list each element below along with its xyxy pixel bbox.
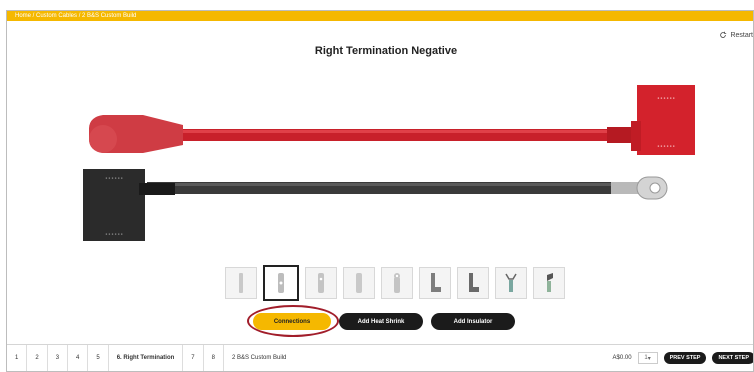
svg-text:● ● ● ● ● ●: ● ● ● ● ● ● <box>657 144 675 148</box>
connections-button[interactable]: Connections <box>247 305 339 337</box>
terminal-option-pin[interactable] <box>225 267 257 299</box>
ring-terminal-icon <box>278 273 284 293</box>
svg-text:● ● ● ● ● ●: ● ● ● ● ● ● <box>105 232 123 236</box>
svg-text:● ● ● ● ● ●: ● ● ● ● ● ● <box>657 96 675 100</box>
add-heat-shrink-button[interactable]: Add Heat Shrink <box>339 313 423 330</box>
step-bar: 1 2 3 4 5 6. Right Termination 7 8 2 B&S… <box>7 344 753 371</box>
price-area: A$0.00 1 ▾ PREV STEP NEXT STEP <box>612 352 753 364</box>
terminal-option-lug[interactable] <box>381 267 413 299</box>
clamp-terminal-icon <box>505 273 517 292</box>
step-2[interactable]: 2 <box>27 345 48 371</box>
step-7[interactable]: 7 <box>183 345 204 371</box>
action-buttons: Connections Add Heat Shrink Add Insulato… <box>247 305 515 337</box>
right-angle-lug-icon <box>469 273 479 292</box>
svg-text:● ● ● ● ● ●: ● ● ● ● ● ● <box>105 176 123 180</box>
terminal-option-blade[interactable] <box>343 267 375 299</box>
step-6-current[interactable]: 6. Right Termination <box>109 345 184 371</box>
pin-terminal-icon <box>239 273 243 293</box>
terminal-option-bent[interactable] <box>533 267 565 299</box>
step-5[interactable]: 5 <box>88 345 109 371</box>
lug-terminal-icon <box>394 273 400 293</box>
add-insulator-button[interactable]: Add Insulator <box>431 313 515 330</box>
blade-terminal-icon <box>356 273 362 293</box>
price-value: A$0.00 <box>612 355 632 361</box>
terminal-option-angled-lug[interactable] <box>419 267 451 299</box>
highlight-circle <box>247 305 339 337</box>
build-name: 2 B&S Custom Build <box>231 355 287 361</box>
terminal-option-clamp[interactable] <box>495 267 527 299</box>
step-8[interactable]: 8 <box>204 345 224 371</box>
terminal-option-fork[interactable] <box>305 267 337 299</box>
cable-preview: ● ● ● ● ● ● ● ● ● ● ● ● ● ● ● ● ● ● ● ● … <box>83 85 695 241</box>
quantity-select[interactable]: 1 ▾ <box>637 352 658 364</box>
step-1[interactable]: 1 <box>7 345 28 371</box>
angled-lug-icon <box>431 273 441 292</box>
next-step-button[interactable]: NEXT STEP <box>712 352 753 364</box>
bent-terminal-icon <box>547 273 553 292</box>
terminal-option-ring[interactable] <box>263 265 299 301</box>
terminal-options <box>225 265 565 301</box>
chevron-down-icon: ▾ <box>647 355 651 362</box>
prev-step-button[interactable]: PREV STEP <box>663 352 707 364</box>
negative-cable: ● ● ● ● ● ● ● ● ● ● ● ● <box>83 169 668 241</box>
terminal-option-right-angle[interactable] <box>457 267 489 299</box>
app-frame: Home / Custom Cables / 2 B&S Custom Buil… <box>6 10 754 372</box>
step-4[interactable]: 4 <box>68 345 89 371</box>
positive-cable: ● ● ● ● ● ● ● ● ● ● ● ● <box>89 85 695 155</box>
step-3[interactable]: 3 <box>48 345 69 371</box>
fork-terminal-icon <box>318 273 324 293</box>
